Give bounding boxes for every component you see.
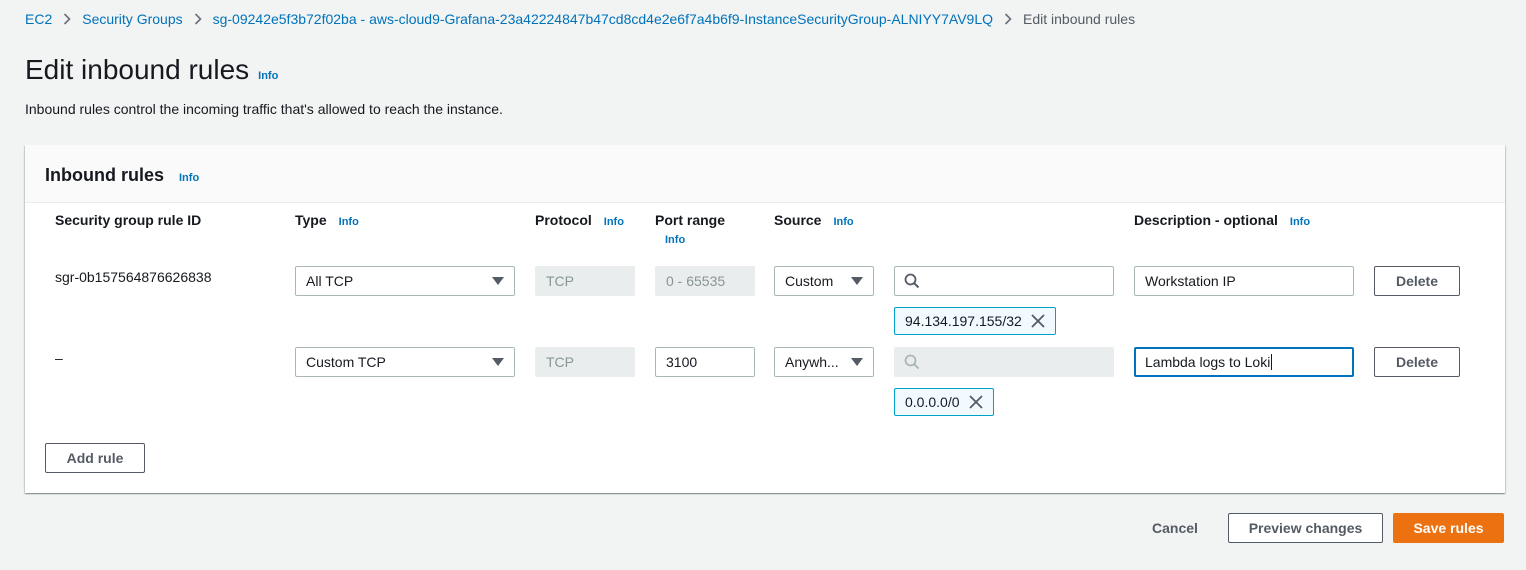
- breadcrumb-ec2[interactable]: EC2: [25, 11, 52, 27]
- type-select[interactable]: All TCP: [295, 266, 515, 296]
- search-icon: [904, 273, 920, 289]
- protocol-info-link[interactable]: Info: [604, 216, 624, 228]
- add-rule-button[interactable]: Add rule: [45, 443, 145, 473]
- breadcrumb-current: Edit inbound rules: [1023, 11, 1136, 27]
- protocol-field: TCP: [535, 347, 635, 377]
- panel-header: Inbound rules Info: [25, 145, 1505, 203]
- rule-id: –: [55, 350, 63, 366]
- col-port-range: Port range Info: [655, 212, 726, 246]
- save-rules-button[interactable]: Save rules: [1393, 513, 1504, 543]
- page-title: Edit inbound rules: [25, 54, 250, 85]
- source-search-input: [894, 347, 1114, 377]
- close-icon[interactable]: [968, 395, 983, 409]
- port-range-info-link[interactable]: Info: [665, 234, 725, 246]
- breadcrumb-security-groups[interactable]: Security Groups: [82, 11, 182, 27]
- source-info-link[interactable]: Info: [833, 216, 853, 228]
- description-input[interactable]: Lambda logs to Loki: [1134, 347, 1354, 377]
- col-source: Source Info: [774, 212, 854, 228]
- col-type: Type Info: [295, 212, 359, 228]
- source-select[interactable]: Anywh...: [774, 347, 874, 377]
- cancel-button[interactable]: Cancel: [1140, 513, 1210, 543]
- chevron-right-icon: [63, 13, 71, 25]
- delete-button[interactable]: Delete: [1374, 266, 1460, 296]
- caret-down-icon: [492, 358, 504, 366]
- description-info-link[interactable]: Info: [1290, 216, 1310, 228]
- port-range-input[interactable]: 3100: [655, 347, 755, 377]
- page-info-link[interactable]: Info: [258, 70, 278, 82]
- caret-down-icon: [851, 358, 863, 366]
- breadcrumb-security-group[interactable]: sg-09242e5f3b72f02ba - aws-cloud9-Grafan…: [213, 11, 993, 27]
- type-info-link[interactable]: Info: [339, 216, 359, 228]
- source-search-input[interactable]: [894, 266, 1114, 296]
- preview-changes-button[interactable]: Preview changes: [1228, 513, 1383, 543]
- port-range-field: 0 - 65535: [655, 266, 755, 296]
- caret-down-icon: [851, 277, 863, 285]
- search-icon: [904, 354, 920, 370]
- caret-down-icon: [492, 277, 504, 285]
- type-select[interactable]: Custom TCP: [295, 347, 515, 377]
- page-header: Edit inbound rules Info: [25, 54, 278, 86]
- chevron-right-icon: [194, 13, 202, 25]
- protocol-field: TCP: [535, 266, 635, 296]
- rule-id: sgr-0b157564876626838: [55, 269, 212, 285]
- close-icon[interactable]: [1031, 314, 1045, 328]
- description-input[interactable]: Workstation IP: [1134, 266, 1354, 296]
- panel-info-link[interactable]: Info: [179, 172, 199, 184]
- cidr-token: 94.134.197.155/32: [894, 307, 1056, 335]
- col-protocol: Protocol Info: [535, 212, 624, 228]
- delete-button[interactable]: Delete: [1374, 347, 1460, 377]
- page-description: Inbound rules control the incoming traff…: [25, 101, 503, 117]
- col-description: Description - optional Info: [1134, 212, 1311, 228]
- cidr-token: 0.0.0.0/0: [894, 388, 994, 416]
- chevron-right-icon: [1004, 13, 1012, 25]
- panel-title: Inbound rules: [45, 165, 164, 185]
- inbound-rules-panel: Inbound rules Info Security group rule I…: [25, 145, 1505, 493]
- source-select[interactable]: Custom: [774, 266, 874, 296]
- breadcrumb: EC2 Security Groups sg-09242e5f3b72f02ba…: [25, 11, 1135, 27]
- col-rule-id: Security group rule ID: [55, 212, 202, 228]
